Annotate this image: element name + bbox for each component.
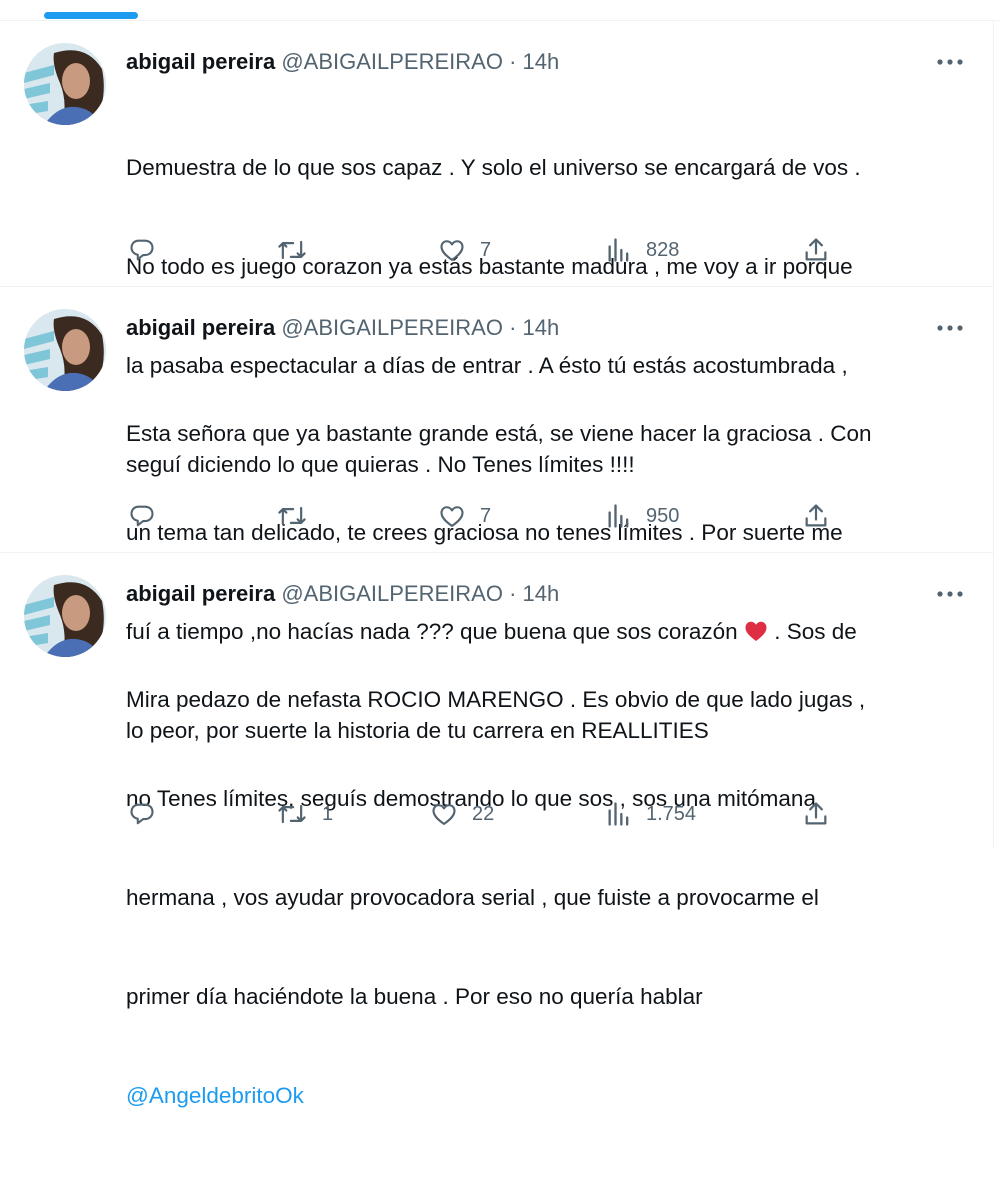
user-handle[interactable]: @ABIGAILPEREIRAO — [281, 581, 503, 606]
reply-icon — [130, 803, 154, 825]
retweet-button[interactable] — [276, 233, 322, 267]
retweet-count: 1 — [322, 802, 334, 825]
tweet-header: abigail pereira @ABIGAILPEREIRAO · 14h — [126, 579, 559, 609]
retweet-button[interactable]: 1 — [276, 797, 333, 831]
like-count: 7 — [480, 238, 492, 261]
views-button[interactable]: 828 — [606, 233, 679, 267]
share-icon — [805, 802, 827, 825]
timestamp[interactable]: 14h — [523, 49, 560, 74]
like-count: 22 — [472, 802, 495, 825]
reply-icon — [130, 505, 154, 527]
tweet[interactable]: abigail pereira @ABIGAILPEREIRAO · 14h M… — [0, 553, 993, 1108]
like-button[interactable]: 7 — [438, 499, 491, 533]
tweet-actions: 7 950 — [126, 499, 846, 533]
retweet-icon — [278, 804, 306, 824]
more-icon — [937, 325, 963, 331]
like-icon — [440, 240, 464, 261]
more-button[interactable] — [934, 47, 966, 77]
views-icon — [608, 802, 629, 826]
display-name[interactable]: abigail pereira — [126, 315, 275, 340]
tweet-header: abigail pereira @ABIGAILPEREIRAO · 14h — [126, 47, 559, 77]
like-button[interactable]: 7 — [438, 233, 491, 267]
like-icon — [432, 804, 456, 825]
more-button[interactable] — [934, 579, 966, 609]
timestamp[interactable]: 14h — [523, 315, 560, 340]
like-button[interactable]: 22 — [430, 797, 494, 831]
reply-button[interactable] — [128, 797, 170, 831]
timestamp[interactable]: 14h — [523, 581, 560, 606]
share-button[interactable] — [802, 233, 830, 267]
views-icon — [608, 238, 629, 262]
tweet-text: Mira pedazo de nefasta ROCIO MARENGO . E… — [126, 617, 966, 1178]
tweet-text-line: Mira pedazo de nefasta ROCIO MARENGO . E… — [126, 687, 866, 712]
active-tab-indicator — [44, 12, 138, 19]
separator-dot: · — [509, 581, 517, 606]
like-count: 7 — [480, 504, 492, 527]
user-handle[interactable]: @ABIGAILPEREIRAO — [281, 315, 503, 340]
retweet-button[interactable] — [276, 499, 322, 533]
user-handle[interactable]: @ABIGAILPEREIRAO — [281, 49, 503, 74]
share-icon — [805, 238, 827, 261]
tweet[interactable]: abigail pereira @ABIGAILPEREIRAO · 14h D… — [0, 21, 993, 477]
share-button[interactable] — [802, 499, 830, 533]
tweet-text-line: primer día haciéndote la buena . Por eso… — [126, 984, 703, 1009]
share-icon — [805, 504, 827, 527]
tweet-text-line: Demuestra de lo que sos capaz . Y solo e… — [126, 155, 861, 180]
more-button[interactable] — [934, 313, 966, 343]
avatar[interactable] — [24, 43, 106, 125]
tweet-text-line: hermana , vos ayudar provocadora serial … — [126, 885, 819, 910]
views-count: 950 — [646, 504, 680, 527]
retweet-icon — [278, 240, 306, 260]
views-count: 828 — [646, 238, 680, 261]
views-icon — [608, 504, 629, 528]
display-name[interactable]: abigail pereira — [126, 49, 275, 74]
avatar[interactable] — [24, 309, 106, 391]
more-icon — [937, 591, 963, 597]
separator-dot: · — [509, 49, 517, 74]
share-button[interactable] — [802, 797, 830, 831]
tweet-actions: 7 828 — [126, 233, 846, 267]
display-name[interactable]: abigail pereira — [126, 581, 275, 606]
retweet-icon — [278, 506, 306, 526]
reply-icon — [130, 239, 154, 261]
views-button[interactable]: 950 — [606, 499, 679, 533]
tweet-text-line: Esta señora que ya bastante grande está,… — [126, 421, 872, 446]
views-button[interactable]: 1.754 — [606, 797, 696, 831]
tweet-header: abigail pereira @ABIGAILPEREIRAO · 14h — [126, 313, 559, 343]
more-icon — [937, 59, 963, 65]
views-count: 1.754 — [646, 802, 697, 825]
separator-dot: · — [509, 315, 517, 340]
tweet[interactable]: abigail pereira @ABIGAILPEREIRAO · 14h E… — [0, 287, 993, 743]
timeline-border — [993, 20, 994, 848]
avatar[interactable] — [24, 575, 106, 657]
mention-link[interactable]: @AngeldebritoOk — [126, 1079, 966, 1112]
tweet-actions: 1 22 1.754 — [126, 797, 846, 831]
like-icon — [440, 506, 464, 527]
reply-button[interactable] — [128, 499, 170, 533]
reply-button[interactable] — [128, 233, 170, 267]
